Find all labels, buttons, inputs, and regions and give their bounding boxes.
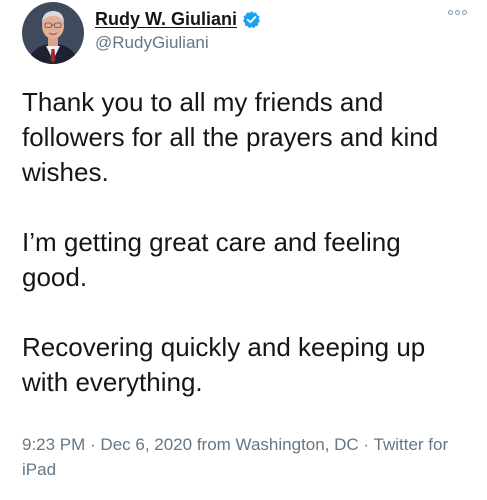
tweet-text: Thank you to all my friends and follower… [22, 85, 467, 435]
tweet-time[interactable]: 9:23 PM [22, 435, 85, 454]
avatar-image [22, 2, 84, 64]
dot [455, 10, 460, 15]
tweet-metadata: 9:23 PM · Dec 6, 2020 from Washington, D… [22, 432, 467, 482]
author-name-row: Rudy W. Giuliani [95, 6, 261, 32]
tweet-paragraph: I’m getting great care and feeling good. [22, 227, 401, 292]
tweet-location: from Washington, DC [192, 435, 359, 454]
more-options-icon[interactable] [448, 10, 467, 15]
verified-badge-icon [242, 10, 261, 29]
dot [462, 10, 467, 15]
meta-separator: · [358, 435, 374, 454]
avatar[interactable] [22, 2, 84, 64]
tweet-date[interactable]: Dec 6, 2020 [100, 435, 192, 454]
author-handle[interactable]: @RudyGiuliani [95, 33, 209, 53]
tweet-paragraph: Recovering quickly and keeping up with e… [22, 332, 426, 397]
meta-separator: · [85, 435, 101, 454]
tweet-paragraph: Thank you to all my friends and follower… [22, 87, 439, 187]
dot [448, 10, 453, 15]
tweet-card: Rudy W. Giuliani @RudyGiuliani Thank you… [0, 0, 487, 500]
author-name[interactable]: Rudy W. Giuliani [95, 9, 237, 30]
